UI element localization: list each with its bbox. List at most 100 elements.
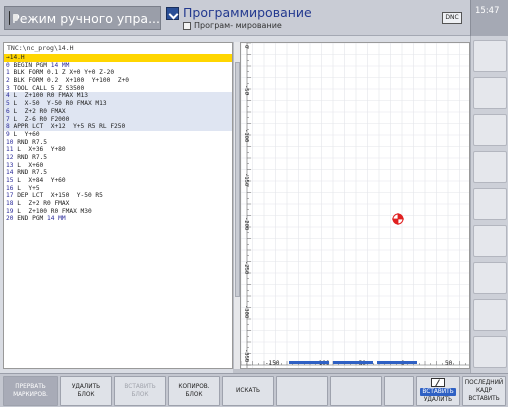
programming-icon (166, 7, 179, 20)
program-path: TNC:\nc_prog\14.H (7, 44, 74, 52)
softkey-empty-8[interactable] (384, 376, 414, 406)
manual-mode-tab[interactable]: Режим ручного упра... (4, 6, 161, 30)
graphics-grid (241, 43, 469, 368)
program-line-text: L Y+5 (17, 184, 40, 192)
program-line[interactable]: 6 L Z+2 R0 FMAX (4, 107, 232, 116)
program-line-text: BLK FORM 0.2 X+100 Y+100 Z+0 (13, 77, 129, 85)
program-line[interactable]: 0 BEGIN PGM 14 MM (4, 62, 232, 70)
program-line[interactable]: 2 BLK FORM 0.2 X+100 Y+100 Z+0 (4, 77, 232, 85)
softkey-delete-block[interactable]: УДАЛИТЬ БЛОК (60, 376, 112, 406)
program-line[interactable]: 13 L X+60 (4, 162, 232, 170)
softkey-last-block-line1: ПОСЛЕДНИЙ (464, 380, 504, 386)
vertical-softkey[interactable] (473, 40, 507, 72)
v-axis-label: -200 (243, 217, 249, 231)
softkey-search[interactable]: ИСКАТЬ (222, 376, 274, 406)
program-line-number: 10 (6, 138, 14, 146)
program-line[interactable]: 17 DEP LCT X+150 Y-50 R5 (4, 192, 232, 200)
softkey-delete-block-line1: УДАЛИТЬ (71, 384, 101, 390)
program-line[interactable]: 18 L Z+2 R0 FMAX (4, 200, 232, 208)
softkey-insert-block[interactable]: ВСТАВИТЬ БЛОК (114, 376, 166, 406)
clock-time: 15:47 (475, 6, 500, 16)
program-line-text: L Z+2 R0 FMAX (17, 200, 70, 208)
softkey-cancel-marking-line1: ПРЕРВАТЬ (15, 384, 46, 390)
softkey-cancel-marking-line2: МАРКИРОВ. (13, 392, 48, 398)
program-line[interactable]: 4 L Z+100 R0 FMAX M13 (4, 92, 232, 101)
program-line-number: 4 (6, 92, 10, 100)
softkey-empty-7[interactable] (330, 376, 382, 406)
softkey-copy-block-line1: КОПИРОВ. (178, 384, 210, 390)
program-line[interactable]: 9 L Y+60 (4, 131, 232, 139)
program-line-extra: 14 MM (47, 215, 66, 223)
softkey-cancel-marking[interactable]: ПРЕРВАТЬ МАРКИРОВ. (3, 376, 58, 406)
program-line-text: RND R7.5 (17, 138, 47, 146)
program-line[interactable]: 15 L X+84 Y+60 (4, 177, 232, 185)
program-editor[interactable]: TNC:\nc_prog\14.H →14.H 0 BEGIN PGM 14 M… (3, 42, 233, 369)
program-line-number: 1 (6, 69, 10, 77)
program-line[interactable]: 1 BLK FORM 0.1 Z X+0 Y+0 Z-20 (4, 69, 232, 77)
program-line-number: 15 (6, 177, 14, 184)
program-line[interactable]: 10 RND R7.5 (4, 139, 232, 147)
program-line-selected[interactable]: →14.H (4, 54, 232, 62)
program-line-number: 20 (6, 215, 14, 223)
program-line-number: 16 (6, 184, 14, 192)
vertical-softkey-bar (470, 36, 508, 373)
programming-mode-subtitle: Програм- мирование (194, 21, 282, 30)
program-line[interactable]: 14 RND R7.5 (4, 169, 232, 177)
softkey-insert-delete-toggle[interactable]: ВСТАВИТЬ УДАЛИТЬ (416, 376, 460, 406)
program-line[interactable]: 19 L Z+100 R0 FMAX M30 (4, 208, 232, 216)
program-line-number: 6 (6, 107, 10, 115)
softkey-copy-block-line2: БЛОК (185, 392, 203, 398)
program-line-text: END PGM (17, 215, 47, 223)
program-line-number: 7 (6, 115, 10, 123)
vertical-softkey[interactable] (473, 114, 507, 146)
dnc-badge: DNC (442, 12, 462, 24)
program-line-number: 9 (6, 130, 10, 138)
toggle-inactive-label: УДАЛИТЬ (423, 397, 453, 403)
program-lines: →14.H 0 BEGIN PGM 14 MM 1 BLK FORM 0.1 Z … (4, 54, 232, 223)
softkey-bar: ПРЕРВАТЬ МАРКИРОВ. УДАЛИТЬ БЛОК ВСТАВИТЬ… (0, 373, 508, 407)
program-line-text: L X-50 Y-50 R0 FMAX M13 (13, 100, 107, 108)
program-line[interactable]: 5 L X-50 Y-50 R0 FMAX M13 (4, 100, 232, 108)
program-line[interactable]: 12 RND R7.5 (4, 154, 232, 162)
program-line-text: L Z+2 R0 FMAX (13, 107, 66, 115)
vertical-softkey[interactable] (473, 262, 507, 294)
v-axis-label: -350 (243, 349, 249, 363)
program-line[interactable]: 7 L Z-6 R0 F2000 (4, 115, 232, 124)
softkey-insert-block-line1: ВСТАВИТЬ (124, 384, 156, 390)
toggle-active-label: ВСТАВИТЬ (420, 388, 456, 396)
vertical-softkey[interactable] (473, 77, 507, 109)
program-line-number: 0 (6, 61, 10, 69)
program-line[interactable]: 11 L X+36 Y+80 (4, 146, 232, 154)
v-axis-label: -250 (243, 261, 249, 275)
program-line[interactable]: 16 L Y+5 (4, 185, 232, 193)
program-line-text: BLK FORM 0.1 Z X+0 Y+0 Z-20 (13, 69, 115, 77)
vertical-softkey[interactable] (473, 188, 507, 220)
v-axis-label: 0 (243, 45, 249, 49)
program-line-text: DEP LCT X+150 Y-50 R5 (17, 192, 103, 200)
program-scrollbar[interactable] (233, 42, 240, 369)
vertical-softkey[interactable] (473, 151, 507, 183)
softkey-copy-block[interactable]: КОПИРОВ. БЛОК (168, 376, 220, 406)
program-line-text: L Y+60 (13, 130, 40, 138)
h-axis-label: -150 (265, 360, 280, 367)
header-bar: Режим ручного упра... Программирование П… (0, 0, 508, 36)
program-line-number: 5 (6, 100, 10, 108)
softkey-last-block-insert[interactable]: ПОСЛЕДНИЙ КАДР ВСТАВИТЬ (462, 376, 506, 406)
vertical-softkey[interactable] (473, 225, 507, 257)
program-line-text: RND R7.5 (17, 153, 47, 161)
softkey-empty-6[interactable] (276, 376, 328, 406)
h-axis-label: 50 (445, 360, 453, 367)
program-line[interactable]: 8 APPR LCT X+12 Y+5 R5 RL F250 (4, 123, 232, 131)
v-axis-label: -150 (243, 173, 249, 187)
graphics-scroll-indicator (289, 361, 417, 364)
graphics-view[interactable]: 0-50-100-150-200-250-300-350 -150-100-50… (240, 42, 470, 369)
program-line[interactable]: 20 END PGM 14 MM (4, 215, 232, 223)
softkey-insert-block-line2: БЛОК (131, 392, 149, 398)
vertical-softkey[interactable] (473, 299, 507, 331)
softkey-search-label: ИСКАТЬ (236, 388, 260, 394)
vertical-softkey[interactable] (473, 336, 507, 368)
program-line-text: L Z-6 R0 F2000 (13, 115, 70, 123)
manual-mode-label: Режим ручного упра... (12, 10, 160, 26)
program-line[interactable]: 3 TOOL CALL 5 Z S3500 (4, 85, 232, 93)
programming-mode-tab[interactable]: Программирование Програм- мирование (163, 5, 413, 33)
